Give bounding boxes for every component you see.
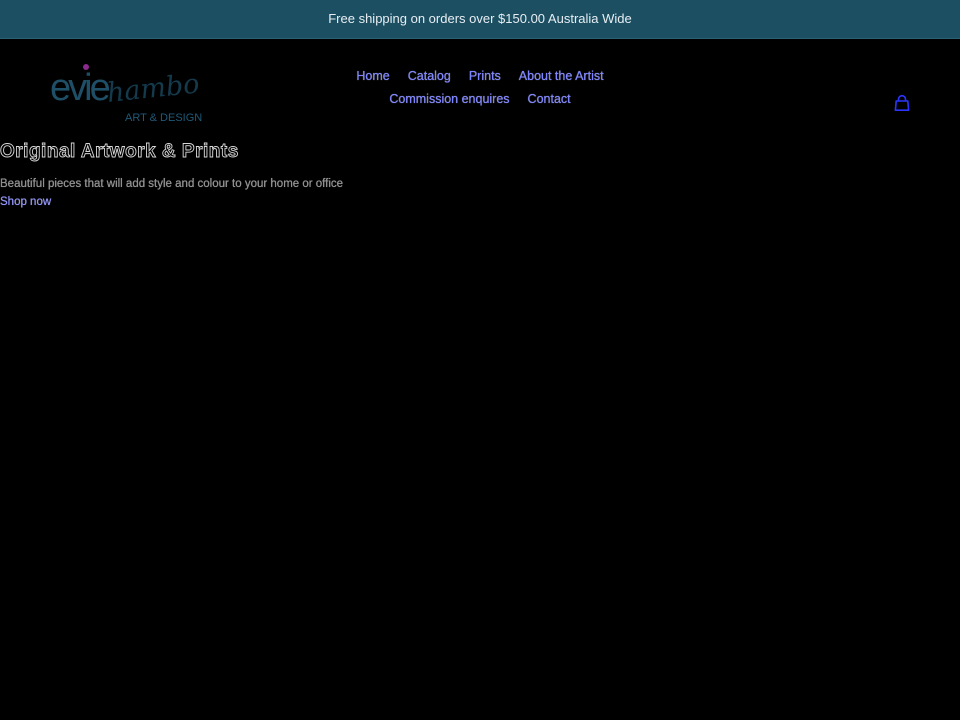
logo-tagline: ART & DESIGN <box>125 112 202 124</box>
site-header: evie hambo ART & DESIGN Home Catalog Pri… <box>0 38 960 138</box>
nav-item-prints[interactable]: Prints <box>469 68 501 85</box>
site-logo[interactable]: evie hambo ART & DESIGN <box>48 52 208 126</box>
cart-icon <box>894 94 910 111</box>
shop-now-link[interactable]: Shop now <box>0 196 51 208</box>
main-nav: Home Catalog Prints About the Artist Com… <box>280 68 680 108</box>
nav-item-commission-enquires[interactable]: Commission enquires <box>389 91 509 108</box>
nav-item-about-the-artist[interactable]: About the Artist <box>519 68 604 85</box>
logo-word-evie: evie <box>50 67 110 109</box>
logo-word-hambo: hambo <box>105 68 200 109</box>
nav-item-contact[interactable]: Contact <box>528 91 571 108</box>
announcement-bar: Free shipping on orders over $150.00 Aus… <box>0 0 960 39</box>
cart-button[interactable] <box>892 93 912 113</box>
hero-title: Original Artwork & Prints <box>0 141 239 163</box>
nav-item-home[interactable]: Home <box>356 68 389 85</box>
logo-graphic: evie hambo ART & DESIGN <box>50 64 202 124</box>
announcement-text: Free shipping on orders over $150.00 Aus… <box>328 11 632 26</box>
hero-subtitle: Beautiful pieces that will add style and… <box>0 178 344 190</box>
nav-item-catalog[interactable]: Catalog <box>408 68 451 85</box>
